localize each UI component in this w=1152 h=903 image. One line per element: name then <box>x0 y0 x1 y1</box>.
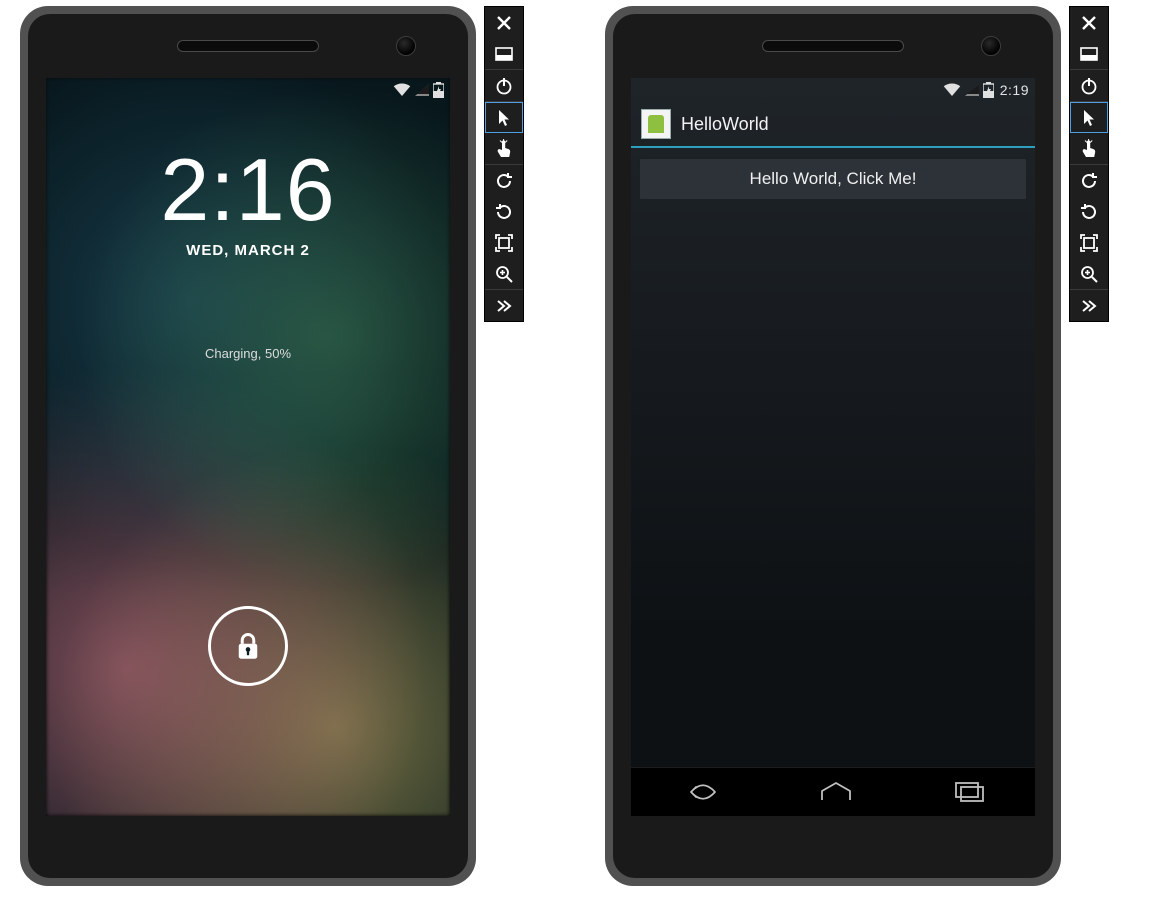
phone-body: 2:16 WED, MARCH 2 Charging, 50% <box>28 14 468 878</box>
speaker-grill <box>762 40 904 52</box>
emulator-toolbar-left <box>484 6 524 322</box>
device-screen-lock[interactable]: 2:16 WED, MARCH 2 Charging, 50% <box>46 78 450 816</box>
device-screen-app[interactable]: 2:19 HelloWorld Hello World, Click Me! <box>631 78 1035 816</box>
cell-signal-icon <box>965 84 979 96</box>
power-button[interactable] <box>485 70 523 101</box>
cursor-button[interactable] <box>1070 102 1108 133</box>
zoom-button[interactable] <box>485 258 523 289</box>
lockscreen-clock: 2:16 WED, MARCH 2 <box>46 146 450 259</box>
touch-button[interactable] <box>1070 133 1108 164</box>
wifi-icon <box>943 83 961 97</box>
nav-back-icon[interactable] <box>681 781 717 803</box>
cursor-button[interactable] <box>485 102 523 133</box>
charging-status: Charging, 50% <box>46 346 450 361</box>
close-button[interactable] <box>1070 7 1108 38</box>
app-title: HelloWorld <box>681 114 769 135</box>
rotate-cw-button[interactable] <box>1070 196 1108 227</box>
front-camera <box>396 36 416 56</box>
stage: 2:16 WED, MARCH 2 Charging, 50% <box>0 0 1152 903</box>
more-button[interactable] <box>1070 290 1108 321</box>
statusbar-time: 2:19 <box>1000 82 1029 98</box>
battery-charging-icon <box>983 82 994 98</box>
touch-button[interactable] <box>485 133 523 164</box>
emulator-left: 2:16 WED, MARCH 2 Charging, 50% <box>20 6 476 886</box>
status-bar: 2:19 <box>631 78 1035 102</box>
emulator-toolbar-right <box>1069 6 1109 322</box>
rotate-ccw-button[interactable] <box>1070 165 1108 196</box>
clock-date: WED, MARCH 2 <box>46 242 450 259</box>
emulator-right: 2:19 HelloWorld Hello World, Click Me! <box>605 6 1061 886</box>
app-icon <box>641 109 671 139</box>
nav-bar <box>631 767 1035 816</box>
unlock-ring[interactable] <box>208 606 288 686</box>
screenshot-button[interactable] <box>485 227 523 258</box>
action-bar: HelloWorld <box>631 102 1035 148</box>
minimize-button[interactable] <box>485 38 523 69</box>
screenshot-button[interactable] <box>1070 227 1108 258</box>
cell-signal-icon <box>415 84 429 96</box>
phone-body: 2:19 HelloWorld Hello World, Click Me! <box>613 14 1053 878</box>
front-camera <box>981 36 1001 56</box>
power-button[interactable] <box>1070 70 1108 101</box>
close-button[interactable] <box>485 7 523 38</box>
wifi-icon <box>393 83 411 97</box>
hello-world-button[interactable]: Hello World, Click Me! <box>639 158 1027 200</box>
zoom-button[interactable] <box>1070 258 1108 289</box>
status-bar <box>46 78 450 102</box>
nav-home-icon[interactable] <box>818 782 854 802</box>
clock-time: 2:16 <box>46 146 450 234</box>
speaker-grill <box>177 40 319 52</box>
nav-recents-icon[interactable] <box>955 782 985 802</box>
lock-icon <box>234 631 262 661</box>
more-button[interactable] <box>485 290 523 321</box>
rotate-cw-button[interactable] <box>485 196 523 227</box>
minimize-button[interactable] <box>1070 38 1108 69</box>
battery-charging-icon <box>433 82 444 98</box>
rotate-ccw-button[interactable] <box>485 165 523 196</box>
